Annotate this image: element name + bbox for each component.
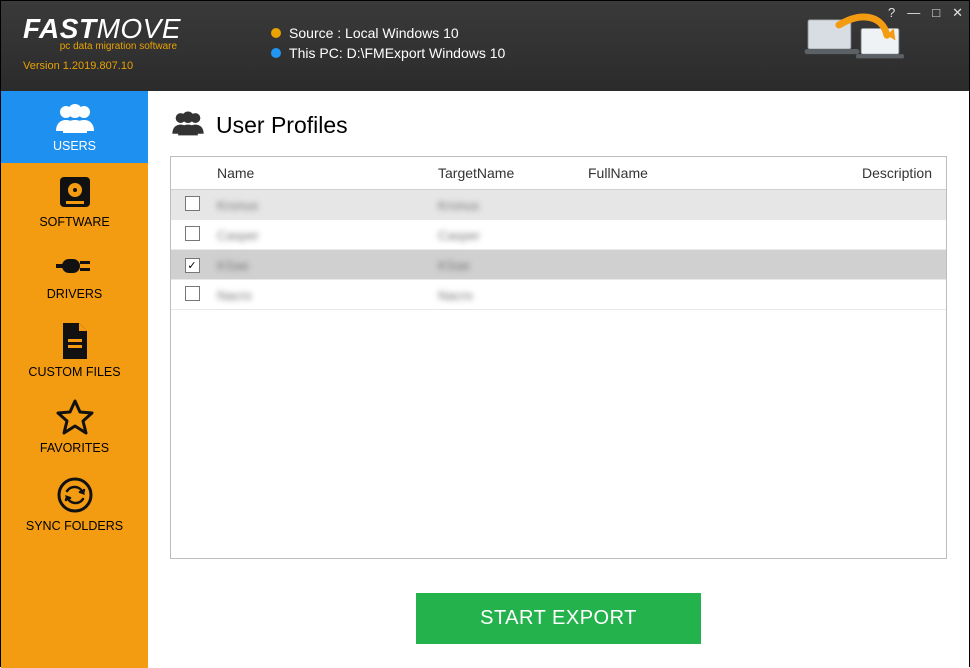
col-target[interactable]: TargetName — [438, 165, 588, 181]
row-checkbox[interactable] — [185, 226, 200, 241]
cell-name: Nacro — [217, 288, 252, 303]
minimize-button[interactable]: — — [907, 5, 920, 21]
footer: START EXPORT — [170, 559, 947, 654]
table-row[interactable]: ✓ KSae KSae — [171, 250, 946, 280]
row-checkbox[interactable]: ✓ — [185, 258, 200, 273]
cell-target: KSae — [438, 258, 470, 273]
users-icon — [1, 101, 148, 135]
dot-orange-icon — [271, 28, 281, 38]
page-title-row: User Profiles — [170, 109, 947, 142]
col-name[interactable]: Name — [213, 165, 438, 181]
body: USERS SOFTWARE DRIVERS CUSTOM FILES FAVO — [1, 91, 969, 668]
sidebar: USERS SOFTWARE DRIVERS CUSTOM FILES FAVO — [1, 91, 148, 668]
maximize-button[interactable]: □ — [932, 5, 940, 21]
dot-blue-icon — [271, 48, 281, 58]
sidebar-item-software[interactable]: SOFTWARE — [1, 163, 148, 239]
window-controls: ? — □ ✕ — [888, 5, 963, 21]
table-body: KronusKronusCasperCasper✓KSaeKSaeNacroNa… — [171, 190, 946, 310]
transfer-graphic-icon — [801, 13, 911, 73]
cell-name: Casper — [217, 228, 259, 243]
sidebar-item-users[interactable]: USERS — [1, 91, 148, 163]
sidebar-item-label: SOFTWARE — [39, 215, 109, 229]
sidebar-item-customfiles[interactable]: CUSTOM FILES — [1, 311, 148, 389]
cell-name: Kronus — [217, 198, 258, 213]
cell-target: Kronus — [438, 198, 479, 213]
table-row[interactable]: Casper Casper — [171, 220, 946, 250]
header: FASTMOVE pc data migration software Vers… — [1, 1, 969, 91]
table-row[interactable]: Nacro Nacro — [171, 280, 946, 310]
sidebar-item-label: DRIVERS — [47, 287, 103, 301]
row-checkbox[interactable] — [185, 286, 200, 301]
sidebar-item-label: FAVORITES — [40, 441, 109, 455]
file-icon — [1, 321, 148, 361]
cell-target: Casper — [438, 228, 480, 243]
source-label: Source : Local Windows 10 — [289, 23, 459, 43]
sidebar-item-label: USERS — [53, 139, 96, 153]
users-icon — [170, 109, 206, 142]
help-button[interactable]: ? — [888, 5, 895, 21]
cell-name: KSae — [217, 258, 249, 273]
sidebar-item-syncfolders[interactable]: SYNC FOLDERS — [1, 465, 148, 543]
sidebar-item-drivers[interactable]: DRIVERS — [1, 239, 148, 311]
page-title: User Profiles — [216, 112, 348, 139]
brand-block: FASTMOVE pc data migration software Vers… — [1, 1, 181, 72]
table-row[interactable]: Kronus Kronus — [171, 190, 946, 220]
main: User Profiles Name TargetName FullName D… — [148, 91, 969, 668]
sync-icon — [1, 475, 148, 515]
header-info: Source : Local Windows 10 This PC: D:\FM… — [271, 23, 505, 63]
thispc-label: This PC: D:\FMExport Windows 10 — [289, 43, 505, 63]
logo-thin: MOVE — [97, 13, 181, 44]
thispc-row: This PC: D:\FMExport Windows 10 — [271, 43, 505, 63]
row-checkbox[interactable] — [185, 196, 200, 211]
disc-icon — [1, 173, 148, 211]
sidebar-item-favorites[interactable]: FAVORITES — [1, 389, 148, 465]
brand-version: Version 1.2019.807.10 — [23, 60, 181, 72]
sidebar-item-label: SYNC FOLDERS — [26, 519, 123, 533]
star-icon — [1, 399, 148, 437]
cell-target: Nacro — [438, 288, 473, 303]
plug-icon — [1, 249, 148, 283]
table-header: Name TargetName FullName Description — [171, 157, 946, 190]
start-export-button[interactable]: START EXPORT — [416, 593, 701, 644]
source-row: Source : Local Windows 10 — [271, 23, 505, 43]
col-full[interactable]: FullName — [588, 165, 848, 181]
close-button[interactable]: ✕ — [952, 5, 963, 21]
col-desc[interactable]: Description — [848, 165, 946, 181]
logo-bold: FAST — [23, 13, 97, 44]
sidebar-item-label: CUSTOM FILES — [28, 365, 120, 379]
user-table: Name TargetName FullName Description Kro… — [170, 156, 947, 559]
